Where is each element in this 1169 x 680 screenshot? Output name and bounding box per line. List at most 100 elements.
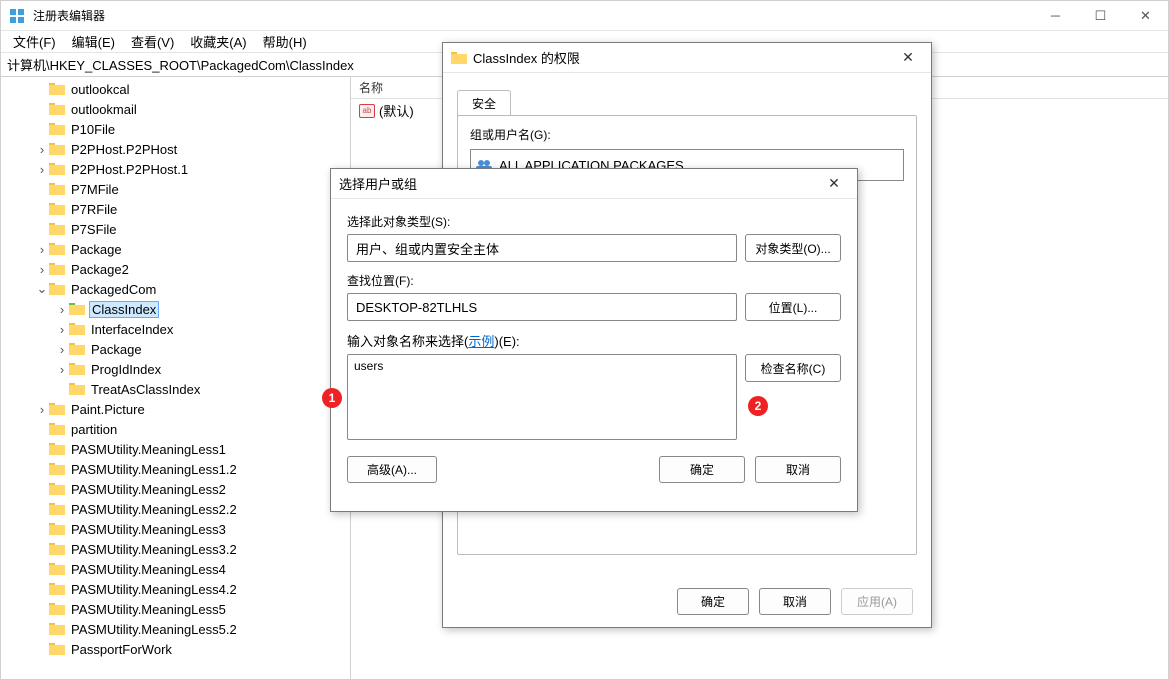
folder-icon [49, 462, 65, 476]
tree-item-label: partition [69, 422, 119, 437]
advanced-button[interactable]: 高级(A)... [347, 456, 437, 483]
menu-file[interactable]: 文件(F) [5, 30, 64, 53]
annotation-badge-2: 2 [748, 396, 768, 416]
folder-icon [49, 182, 65, 196]
perm-cancel-button[interactable]: 取消 [759, 588, 831, 615]
object-names-input[interactable] [347, 354, 737, 440]
folder-icon [69, 322, 85, 336]
check-names-button[interactable]: 检查名称(C) [745, 354, 841, 382]
folder-icon [49, 442, 65, 456]
tree-item-p2phost-p2phost-1[interactable]: ›P2PHost.P2PHost.1 [3, 159, 350, 179]
tree-item-label: P2PHost.P2PHost [69, 142, 179, 157]
tree-item-pasmutility-meaningless2-2[interactable]: PASMUtility.MeaningLess2.2 [3, 499, 350, 519]
tree-item-pasmutility-meaningless4-2[interactable]: PASMUtility.MeaningLess4.2 [3, 579, 350, 599]
col-name[interactable]: 名称 [359, 79, 383, 96]
tree-item-label: P10File [69, 122, 117, 137]
tree-item-label: PASMUtility.MeaningLess3 [69, 522, 228, 537]
tab-security[interactable]: 安全 [457, 90, 511, 116]
tree-item-label: PASMUtility.MeaningLess4 [69, 562, 228, 577]
annotation-badge-1: 1 [322, 388, 342, 408]
tree-item-pasmutility-meaningless5[interactable]: PASMUtility.MeaningLess5 [3, 599, 350, 619]
tree-item-label: Package2 [69, 262, 131, 277]
tree-item-outlookmail[interactable]: outlookmail [3, 99, 350, 119]
tree-item-passportforwork[interactable]: PassportForWork [3, 639, 350, 659]
folder-icon [49, 122, 65, 136]
tree-item-package[interactable]: ›Package [3, 239, 350, 259]
perm-apply-button[interactable]: 应用(A) [841, 588, 913, 615]
maximize-button[interactable]: ☐ [1078, 1, 1123, 31]
tree-item-classindex[interactable]: › ClassIndex [3, 299, 350, 319]
tree-item-label: ClassIndex [89, 301, 159, 318]
sel-dialog-title: 选择用户或组 [339, 174, 819, 193]
tree-item-pasmutility-meaningless4[interactable]: PASMUtility.MeaningLess4 [3, 559, 350, 579]
perm-dialog-buttons: 确定 取消 应用(A) [677, 588, 927, 615]
perm-dialog-close[interactable]: ✕ [893, 49, 923, 66]
title-bar: 注册表编辑器 ─ ☐ ✕ [1, 1, 1168, 31]
menu-help[interactable]: 帮助(H) [255, 30, 315, 53]
menu-favorites[interactable]: 收藏夹(A) [182, 30, 254, 53]
registry-tree: outlookcaloutlookmailP10File›P2PHost.P2P… [3, 79, 350, 659]
tree-item-label: PASMUtility.MeaningLess5 [69, 602, 228, 617]
location-field: DESKTOP-82TLHLS [347, 293, 737, 321]
folder-icon [49, 602, 65, 616]
tree-item-p2phost-p2phost[interactable]: › P2PHost.P2PHost [3, 139, 350, 159]
expand-icon[interactable]: › [55, 302, 69, 317]
collapse-icon[interactable]: ⌄ [35, 281, 49, 297]
tree-item-package2[interactable]: › Package2 [3, 259, 350, 279]
perm-dialog-title-bar[interactable]: ClassIndex 的权限 ✕ [443, 43, 931, 73]
tree-item-progidindex[interactable]: ›ProgIdIndex [3, 359, 350, 379]
tree-item-label: PASMUtility.MeaningLess4.2 [69, 582, 239, 597]
expand-icon[interactable]: › [55, 362, 69, 377]
sel-ok-button[interactable]: 确定 [659, 456, 745, 483]
expand-icon[interactable]: › [35, 162, 49, 177]
tree-item-packagedcom[interactable]: ⌄PackagedCom [3, 279, 350, 299]
tree-item-outlookcal[interactable]: outlookcal [3, 79, 350, 99]
locations-button[interactable]: 位置(L)... [745, 293, 841, 321]
minimize-button[interactable]: ─ [1033, 1, 1078, 31]
object-types-button[interactable]: 对象类型(O)... [745, 234, 841, 262]
sel-dialog-close[interactable]: ✕ [819, 175, 849, 192]
close-button[interactable]: ✕ [1123, 1, 1168, 31]
folder-icon [49, 262, 65, 276]
tree-pane[interactable]: outlookcaloutlookmailP10File›P2PHost.P2P… [1, 77, 351, 679]
perm-tabs: 安全 [457, 89, 917, 115]
value-name: (默认) [379, 101, 414, 120]
expand-icon[interactable]: › [35, 142, 49, 157]
expand-icon[interactable]: › [55, 342, 69, 357]
tree-item-p7sfile[interactable]: P7SFile [3, 219, 350, 239]
tree-item-label: outlookmail [69, 102, 139, 117]
tree-item-label: P7RFile [69, 202, 119, 217]
tree-item-pasmutility-meaningless1-2[interactable]: PASMUtility.MeaningLess1.2 [3, 459, 350, 479]
menu-edit[interactable]: 编辑(E) [64, 30, 123, 53]
tree-item-pasmutility-meaningless3-2[interactable]: PASMUtility.MeaningLess3.2 [3, 539, 350, 559]
tree-item-partition[interactable]: partition [3, 419, 350, 439]
tree-item-p7rfile[interactable]: P7RFile [3, 199, 350, 219]
expand-icon[interactable]: › [55, 322, 69, 337]
folder-icon [49, 542, 65, 556]
expand-icon[interactable]: › [35, 242, 49, 257]
tree-item-pasmutility-meaningless2[interactable]: PASMUtility.MeaningLess2 [3, 479, 350, 499]
tree-item-pasmutility-meaningless1[interactable]: PASMUtility.MeaningLess1 [3, 439, 350, 459]
tree-item-pasmutility-meaningless5-2[interactable]: PASMUtility.MeaningLess5.2 [3, 619, 350, 639]
folder-icon [49, 282, 65, 296]
folder-icon [49, 202, 65, 216]
tree-item-treatasclassindex[interactable]: TreatAsClassIndex [3, 379, 350, 399]
tree-item-pasmutility-meaningless3[interactable]: PASMUtility.MeaningLess3 [3, 519, 350, 539]
tree-item-p10file[interactable]: P10File [3, 119, 350, 139]
tree-item-label: PassportForWork [69, 642, 174, 657]
tree-item-interfaceindex[interactable]: ›InterfaceIndex [3, 319, 350, 339]
expand-icon[interactable]: › [35, 262, 49, 277]
sel-dialog-title-bar[interactable]: 选择用户或组 ✕ [331, 169, 857, 199]
tree-item-p7mfile[interactable]: P7MFile [3, 179, 350, 199]
sel-cancel-button[interactable]: 取消 [755, 456, 841, 483]
tree-item-paint-picture[interactable]: ›Paint.Picture [3, 399, 350, 419]
tree-item-package[interactable]: ›Package [3, 339, 350, 359]
perm-dialog-title: ClassIndex 的权限 [473, 48, 893, 67]
perm-ok-button[interactable]: 确定 [677, 588, 749, 615]
examples-link[interactable]: 示例 [468, 334, 494, 349]
folder-icon [49, 522, 65, 536]
folder-icon [49, 142, 65, 156]
expand-icon[interactable]: › [35, 402, 49, 417]
menu-view[interactable]: 查看(V) [123, 30, 182, 53]
regedit-icon [9, 8, 25, 24]
